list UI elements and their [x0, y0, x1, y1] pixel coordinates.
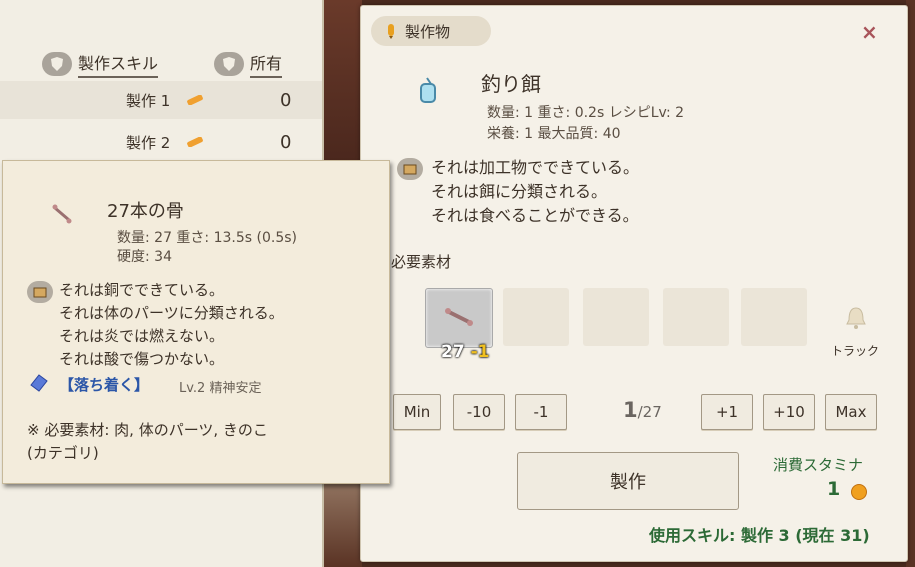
owned-header-label: 所有	[250, 50, 283, 78]
trait-description: Lv.2 精神安定	[179, 381, 262, 396]
close-button[interactable]: ×	[861, 20, 878, 44]
minus-10-button[interactable]: -10	[453, 394, 505, 430]
skill-used-label: 使用スキル: 製作 3 (現在 31)	[649, 526, 870, 545]
property-line: それは体のパーツに分類される。	[59, 304, 284, 322]
min-button[interactable]: Min	[393, 394, 441, 430]
property-line: それは食べることができる。	[431, 206, 639, 225]
tab-label: 製作物	[405, 22, 451, 41]
skill-header: 製作スキル	[42, 50, 159, 78]
item-stats-2: 栄養: 1 最大品質: 40	[487, 126, 621, 142]
tab-crafted-item[interactable]: 製作物	[371, 16, 491, 46]
craft-button[interactable]: 製作	[517, 452, 739, 510]
stamina-icon	[851, 484, 867, 500]
craft-count: 1/27	[623, 398, 662, 422]
property-line: それは銅でできている。	[59, 281, 225, 299]
owned-header: 所有	[214, 50, 283, 78]
plus-1-button[interactable]: +1	[701, 394, 753, 430]
craft-count-total: /27	[637, 403, 662, 421]
minus-1-button[interactable]: -1	[515, 394, 567, 430]
shield-icon	[42, 52, 72, 76]
skill-name: 製作 2	[126, 133, 171, 152]
material-icon	[397, 158, 423, 180]
bone-icon	[445, 308, 473, 326]
tooltip-stats-2: 硬度: 34	[117, 249, 172, 265]
skill-value: 0	[280, 89, 292, 111]
tooltip-stats: 数量: 27 重さ: 13.5s (0.5s)	[117, 230, 297, 246]
item-properties: それは加工物でできている。 それは餌に分類される。 それは食べることができる。	[431, 156, 639, 228]
bait-icon	[420, 77, 436, 103]
material-icon	[27, 281, 53, 303]
property-line: それは加工物でできている。	[431, 158, 640, 177]
max-button[interactable]: Max	[825, 394, 877, 430]
bell-icon[interactable]	[845, 306, 867, 330]
slot-decrement: -1	[470, 342, 490, 362]
slot-quantity: 27 -1	[441, 342, 490, 362]
note-line: (カテゴリ)	[27, 444, 99, 462]
bone-icon	[52, 204, 72, 224]
stamina-label: 消費スタミナ	[773, 456, 864, 474]
stamina-value: 1	[827, 478, 841, 500]
scroll-icon	[187, 95, 203, 105]
tooltip-properties: それは銅でできている。 それは体のパーツに分類される。 それは炎では燃えない。 …	[59, 279, 284, 371]
skill-row[interactable]: 製作 2 0	[0, 123, 322, 161]
skill-value: 0	[280, 131, 292, 153]
required-materials-label: 必要素材	[391, 253, 452, 271]
track-button[interactable]: トラック	[831, 342, 879, 359]
property-line: それは餌に分類される。	[431, 182, 608, 201]
pen-icon	[388, 24, 394, 39]
item-stats: 数量: 1 重さ: 0.2s レシピLv: 2	[487, 105, 685, 121]
scroll-icon	[187, 137, 203, 147]
item-title: 釣り餌	[481, 72, 541, 96]
material-slot[interactable]	[425, 288, 493, 348]
property-line: それは炎では燃えない。	[59, 327, 225, 345]
skill-header-label: 製作スキル	[78, 50, 159, 78]
material-slot-empty[interactable]	[583, 288, 649, 346]
material-slot-empty[interactable]	[503, 288, 569, 346]
skill-name: 製作 1	[126, 91, 171, 110]
material-slot-empty[interactable]	[741, 288, 807, 346]
skill-row[interactable]: 製作 1 0	[0, 81, 322, 119]
property-line: それは酸で傷つかない。	[59, 350, 225, 368]
craft-panel: 製作物 × 釣り餌 数量: 1 重さ: 0.2s レシピLv: 2 栄養: 1 …	[360, 5, 908, 562]
trait-name: 【落ち着く】	[59, 376, 150, 394]
material-slot-empty[interactable]	[663, 288, 729, 346]
gem-icon	[30, 374, 48, 392]
tooltip-note: ※ 必要素材: 肉, 体のパーツ, きのこ (カテゴリ)	[27, 419, 377, 465]
shield-icon	[214, 52, 244, 76]
item-tooltip: 27本の骨 数量: 27 重さ: 13.5s (0.5s) 硬度: 34 それは…	[2, 160, 390, 484]
note-line: ※ 必要素材: 肉, 体のパーツ, きのこ	[27, 421, 268, 439]
tooltip-title: 27本の骨	[107, 201, 184, 222]
plus-10-button[interactable]: +10	[763, 394, 815, 430]
